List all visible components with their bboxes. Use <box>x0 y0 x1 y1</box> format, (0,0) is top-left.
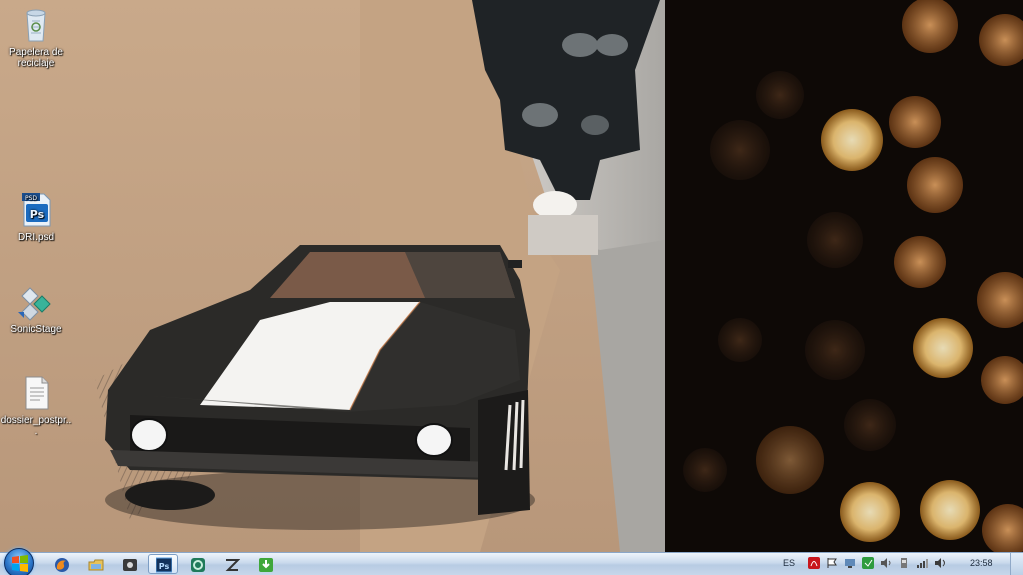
recycle-bin-shortcut[interactable]: Papelera de reciclaje <box>0 5 72 69</box>
taskbar-download-button[interactable] <box>250 554 280 574</box>
clock[interactable]: 23:58 <box>970 558 993 568</box>
acrobat-icon[interactable] <box>808 557 820 569</box>
volume-icon[interactable] <box>880 557 892 569</box>
sonicstage-icon <box>16 282 56 322</box>
document-icon <box>16 373 56 413</box>
recycle-bin-label: Papelera de reciclaje <box>9 47 63 69</box>
language-indicator[interactable]: ES <box>783 558 795 568</box>
green-app-icon <box>191 558 205 572</box>
firefox-icon <box>55 558 69 572</box>
svg-text:Ps: Ps <box>159 562 170 571</box>
photoshop-psd-icon: PSD Ps <box>16 190 56 230</box>
recycle-bin-icon <box>16 5 56 45</box>
action-center-flag-icon[interactable] <box>826 557 838 569</box>
green-download-icon <box>259 558 273 572</box>
taskbar-explorer-button[interactable] <box>80 554 110 574</box>
taskbar-green-app-button[interactable] <box>182 554 212 574</box>
taskbar-photoshop-button[interactable]: Ps <box>148 554 178 574</box>
windows-explorer-icon <box>88 559 104 571</box>
show-desktop-button[interactable] <box>1010 553 1023 575</box>
green-tray-icon[interactable] <box>862 557 874 569</box>
windows-logo-icon <box>12 555 28 572</box>
taskbar-firefox-button[interactable] <box>46 554 76 574</box>
photoshop-icon: Ps <box>156 557 172 573</box>
dossier-shortcut[interactable]: dossier_postpr... <box>0 373 72 437</box>
network-icon[interactable] <box>844 557 856 569</box>
dri-psd-label: DRI.psd <box>17 232 55 243</box>
taskbar: Ps ES 23:58 <box>0 548 1023 575</box>
app-icon <box>123 559 137 571</box>
taskbar-app-button[interactable] <box>114 554 144 574</box>
speaker-icon[interactable] <box>934 557 946 569</box>
sonicstage-shortcut[interactable]: SonicStage <box>0 282 72 335</box>
svg-text:PSD: PSD <box>25 195 37 202</box>
usb-device-icon[interactable] <box>898 557 910 569</box>
zbrush-icon <box>225 559 240 571</box>
signal-bars-icon[interactable] <box>916 557 928 569</box>
dossier-label: dossier_postpr... <box>0 415 72 437</box>
dri-psd-shortcut[interactable]: PSD Ps DRI.psd <box>0 190 72 243</box>
sonicstage-label: SonicStage <box>10 324 62 335</box>
taskbar-zbrush-button[interactable] <box>216 554 246 574</box>
start-button[interactable] <box>4 548 34 575</box>
desktop-wallpaper <box>0 0 1023 552</box>
svg-text:Ps: Ps <box>30 208 45 221</box>
